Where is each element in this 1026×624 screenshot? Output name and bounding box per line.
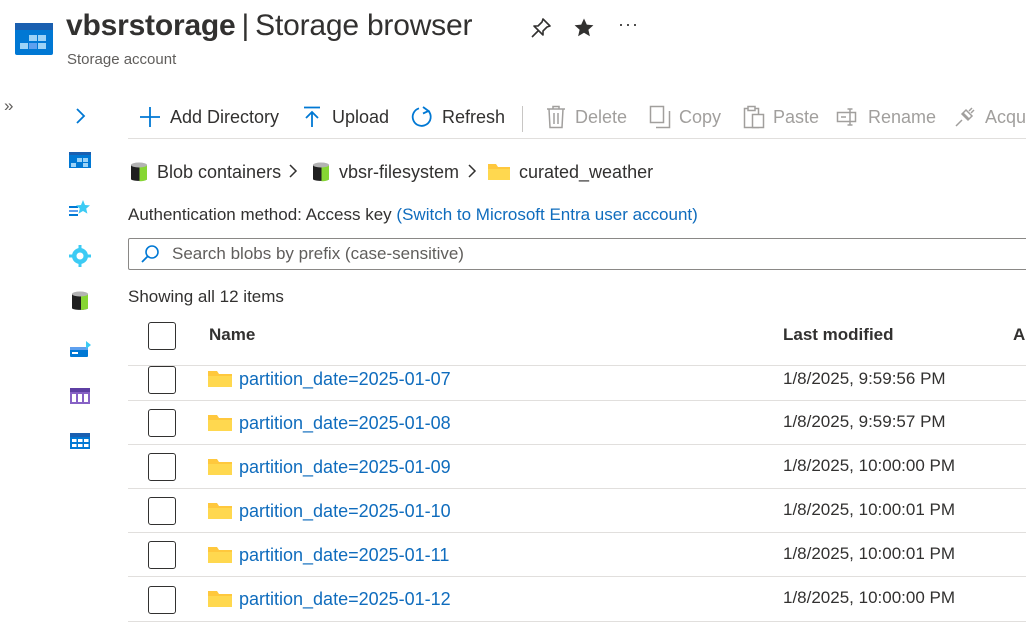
folder-icon: [208, 457, 232, 477]
folder-link[interactable]: partition_date=2025-01-11: [239, 545, 449, 566]
toolbar-divider: [522, 106, 523, 132]
row-checkbox[interactable]: [148, 453, 176, 481]
paste-icon: [743, 105, 765, 129]
row-divider: [128, 365, 1026, 366]
page-subtitle: Storage account: [67, 51, 177, 68]
row-divider: [128, 532, 1026, 533]
acquire-lease-button[interactable]: Acqu: [953, 103, 1026, 131]
expand-menu-button[interactable]: »: [4, 96, 13, 116]
breadcrumb-blob-containers[interactable]: Blob containers: [130, 159, 281, 185]
resource-name: vbsrstorage: [66, 9, 236, 42]
pin-icon[interactable]: [529, 16, 553, 40]
container-icon: [313, 162, 329, 182]
auth-value: Access key: [305, 205, 392, 224]
upload-label: Upload: [332, 106, 390, 127]
lease-icon: [955, 107, 975, 127]
row-divider: [128, 444, 1026, 445]
rename-icon: [836, 108, 857, 126]
add-directory-label: Add Directory: [170, 106, 280, 127]
items-count-status: Showing all 12 items: [128, 287, 284, 306]
refresh-icon: [411, 106, 432, 127]
container-icon: [131, 162, 147, 182]
toolbar-underline: [128, 138, 1026, 139]
favorites-icon[interactable]: [68, 197, 92, 221]
row-checkbox[interactable]: [148, 541, 176, 569]
trash-icon: [547, 105, 565, 129]
row-checkbox[interactable]: [148, 409, 176, 437]
favorite-star-icon[interactable]: [572, 16, 596, 40]
last-modified-cell: 1/8/2025, 9:59:56 PM: [783, 369, 946, 388]
last-modified-cell: 1/8/2025, 10:00:00 PM: [783, 588, 956, 607]
folder-icon: [208, 589, 232, 609]
title-separator: |: [241, 9, 250, 42]
blob-containers-icon[interactable]: [68, 289, 92, 313]
folder-link[interactable]: partition_date=2025-01-07: [239, 369, 451, 390]
refresh-button[interactable]: Refresh: [410, 103, 505, 131]
last-modified-cell: 1/8/2025, 10:00:01 PM: [783, 544, 956, 563]
chevron-right-icon: [286, 161, 300, 181]
switch-auth-link[interactable]: (Switch to Microsoft Entra user account): [396, 205, 697, 224]
last-modified-cell: 1/8/2025, 9:59:57 PM: [783, 412, 946, 431]
paste-button[interactable]: Paste: [743, 103, 819, 131]
folder-icon: [208, 545, 232, 565]
delete-label: Delete: [575, 106, 628, 127]
tables-icon[interactable]: [68, 429, 92, 453]
refresh-label: Refresh: [442, 106, 506, 127]
chevron-right-icon[interactable]: [72, 106, 90, 126]
add-directory-button[interactable]: Add Directory: [138, 103, 279, 131]
row-checkbox[interactable]: [148, 497, 176, 525]
folder-link[interactable]: partition_date=2025-01-08: [239, 413, 451, 434]
copy-icon: [649, 105, 671, 129]
folder-link[interactable]: partition_date=2025-01-10: [239, 501, 451, 522]
column-header-last-modified[interactable]: Last modified: [783, 325, 894, 345]
settings-icon[interactable]: [68, 244, 92, 268]
folder-icon: [208, 413, 232, 433]
row-checkbox[interactable]: [148, 586, 176, 614]
copy-label: Copy: [679, 106, 722, 127]
breadcrumb-label: Blob containers: [157, 161, 282, 182]
folder-icon: [488, 164, 510, 180]
row-divider: [128, 400, 1026, 401]
breadcrumb-filesystem[interactable]: vbsr-filesystem: [312, 159, 459, 185]
breadcrumb-label: curated_weather: [519, 161, 654, 182]
delete-button[interactable]: Delete: [545, 103, 627, 131]
chevron-right-icon: [465, 161, 479, 181]
storage-account-nav-icon[interactable]: [68, 148, 92, 172]
row-divider: [128, 621, 1026, 622]
column-header-access-tier[interactable]: A: [1013, 325, 1025, 345]
row-checkbox[interactable]: [148, 366, 176, 394]
upload-icon: [304, 106, 320, 127]
page-title: vbsrstorage | Storage browser: [66, 9, 472, 43]
file-shares-icon[interactable]: [68, 337, 92, 361]
acquire-lease-label: Acqu: [985, 106, 1026, 127]
rename-label: Rename: [868, 106, 937, 127]
page-name: Storage browser: [255, 9, 473, 42]
breadcrumb-label: vbsr-filesystem: [339, 161, 460, 182]
search-icon: [140, 244, 160, 264]
folder-link[interactable]: partition_date=2025-01-09: [239, 457, 451, 478]
search-input[interactable]: [170, 241, 1010, 267]
folder-link[interactable]: partition_date=2025-01-12: [239, 589, 451, 610]
select-all-checkbox[interactable]: [148, 322, 176, 350]
authentication-method: Authentication method: Access key (Switc…: [128, 205, 698, 225]
folder-icon: [208, 501, 232, 521]
storage-account-icon: [15, 23, 53, 55]
copy-button[interactable]: Copy: [649, 103, 721, 131]
rename-button[interactable]: Rename: [836, 103, 936, 131]
plus-icon: [140, 107, 160, 127]
auth-label: Authentication method:: [128, 205, 302, 224]
last-modified-cell: 1/8/2025, 10:00:00 PM: [783, 456, 956, 475]
row-divider: [128, 488, 1026, 489]
paste-label: Paste: [773, 106, 820, 127]
upload-button[interactable]: Upload: [300, 103, 389, 131]
queues-icon[interactable]: [68, 384, 92, 408]
row-divider: [128, 576, 1026, 577]
column-header-name[interactable]: Name: [209, 325, 255, 345]
breadcrumb-current-folder: curated_weather: [488, 159, 653, 185]
more-options-button[interactable]: ···: [618, 14, 639, 35]
folder-icon: [208, 369, 232, 389]
last-modified-cell: 1/8/2025, 10:00:01 PM: [783, 500, 956, 519]
